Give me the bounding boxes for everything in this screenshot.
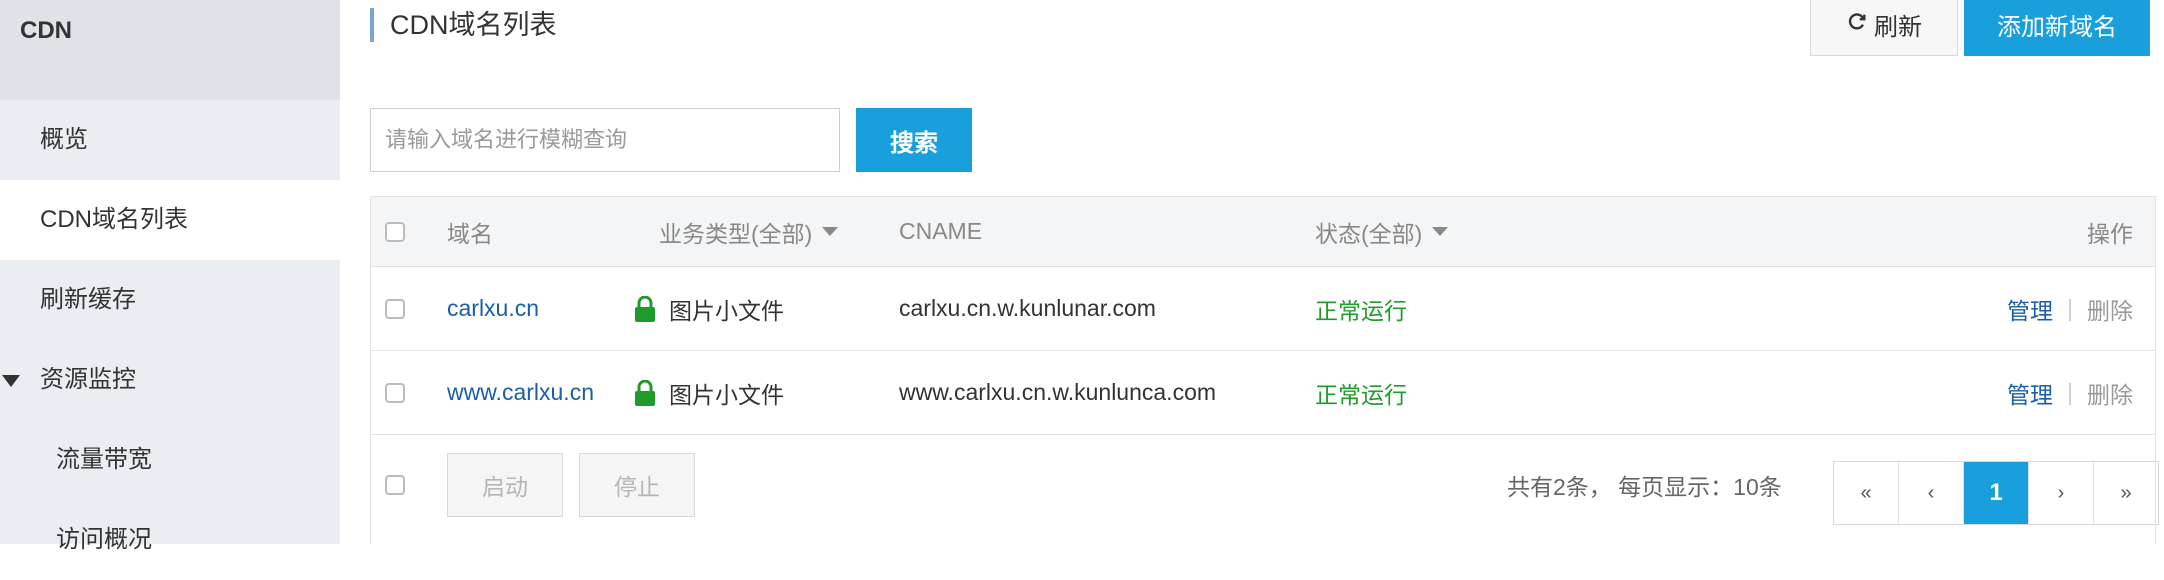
refresh-button-label: 刷新 xyxy=(1874,13,1922,41)
column-header-type[interactable]: 业务类型(全部) xyxy=(659,197,839,266)
domain-link[interactable]: www.carlxu.cn xyxy=(447,351,594,434)
sidebar-item-label: 访问概况 xyxy=(56,526,152,553)
sidebar-item-access-overview[interactable]: 访问概况 xyxy=(0,500,340,580)
row-checkbox[interactable] xyxy=(385,298,405,319)
status-cell: 正常运行 xyxy=(1315,297,1407,324)
add-domain-button[interactable]: 添加新域名 xyxy=(1964,0,2150,56)
page-title: CDN域名列表 xyxy=(370,8,557,42)
table-row: www.carlxu.cn 图片小文件 www.carlxu.cn.w.kunl… xyxy=(371,351,2155,435)
caret-down-icon xyxy=(822,227,839,236)
table-header: 域名 业务类型(全部) CNAME 状态(全部) 操作 xyxy=(371,197,2155,267)
table-footer: 启动 停止 共有2条， 每页显示：10条 « ‹ 1 › » xyxy=(371,435,2159,545)
start-button[interactable]: 启动 xyxy=(447,453,563,517)
pagination: « ‹ 1 › » xyxy=(1833,461,2159,525)
pager-page-1[interactable]: 1 xyxy=(1963,462,2028,524)
column-header-domain: 域名 xyxy=(447,220,493,247)
separator: | xyxy=(2067,295,2073,321)
sidebar-item-label: 资源监控 xyxy=(40,366,136,393)
delete-link[interactable]: 删除 xyxy=(2087,376,2133,410)
separator: | xyxy=(2067,379,2073,405)
sidebar-item-refresh-cache[interactable]: 刷新缓存 xyxy=(0,260,340,340)
table-row: carlxu.cn 图片小文件 carlxu.cn.w.kunlunar.com… xyxy=(371,267,2155,351)
sidebar-item-traffic-bandwidth[interactable]: 流量带宽 xyxy=(0,420,340,500)
manage-link[interactable]: 管理 xyxy=(2007,292,2053,326)
actions-cell: 管理 | 删除 xyxy=(2007,267,2133,350)
sidebar-item-label: 刷新缓存 xyxy=(40,286,136,313)
sidebar: CDN 概览 CDN域名列表 刷新缓存 资源监控 流量带宽 访问概况 xyxy=(0,0,340,553)
search-button[interactable]: 搜索 xyxy=(856,108,972,172)
type-cell: 图片小文件 xyxy=(633,351,784,434)
column-header-status[interactable]: 状态(全部) xyxy=(1315,197,1449,266)
pager-info: 共有2条， 每页显示：10条 xyxy=(1507,474,1782,500)
lock-icon xyxy=(633,379,657,406)
stop-button[interactable]: 停止 xyxy=(579,453,695,517)
select-all-checkbox[interactable] xyxy=(385,221,405,242)
type-label: 图片小文件 xyxy=(669,297,784,324)
type-label: 图片小文件 xyxy=(669,381,784,408)
domain-link[interactable]: carlxu.cn xyxy=(447,267,539,350)
lock-icon xyxy=(633,295,657,322)
type-cell: 图片小文件 xyxy=(633,267,784,350)
sidebar-group-resource-monitor[interactable]: 资源监控 xyxy=(0,340,340,420)
column-header-cname: CNAME xyxy=(899,218,983,244)
caret-down-icon xyxy=(2,374,20,387)
sidebar-item-label: 流量带宽 xyxy=(56,446,152,473)
column-header-status-label: 状态(全部) xyxy=(1315,220,1423,247)
status-cell: 正常运行 xyxy=(1315,381,1407,408)
column-header-actions: 操作 xyxy=(2087,220,2133,247)
sidebar-item-label: CDN域名列表 xyxy=(40,206,188,233)
caret-down-icon xyxy=(1432,227,1449,236)
domain-table: 域名 业务类型(全部) CNAME 状态(全部) 操作 carlxu.cn 图片… xyxy=(370,196,2159,545)
sidebar-brand: CDN xyxy=(0,0,340,100)
pager-first-button[interactable]: « xyxy=(1834,462,1898,524)
delete-link[interactable]: 删除 xyxy=(2087,292,2133,326)
pager-last-button[interactable]: » xyxy=(2093,462,2158,524)
refresh-icon xyxy=(1846,10,1868,39)
refresh-button[interactable]: 刷新 xyxy=(1810,0,1958,56)
row-checkbox[interactable] xyxy=(385,382,405,403)
sidebar-item-label: 概览 xyxy=(40,126,88,153)
pager-next-button[interactable]: › xyxy=(2028,462,2093,524)
column-header-type-label: 业务类型(全部) xyxy=(659,220,813,247)
main-content: CDN域名列表 刷新 添加新域名 搜索 域名 业务类型(全部) CNAME 状态… xyxy=(370,0,2164,544)
search-input[interactable] xyxy=(370,108,840,172)
manage-link[interactable]: 管理 xyxy=(2007,376,2053,410)
actions-cell: 管理 | 删除 xyxy=(2007,351,2133,434)
pager-prev-button[interactable]: ‹ xyxy=(1898,462,1963,524)
sidebar-item-domain-list[interactable]: CDN域名列表 xyxy=(0,180,340,260)
sidebar-item-overview[interactable]: 概览 xyxy=(0,100,340,180)
cname-cell: www.carlxu.cn.w.kunlunca.com xyxy=(899,379,1217,405)
cname-cell: carlxu.cn.w.kunlunar.com xyxy=(899,295,1156,321)
footer-select-all-checkbox[interactable] xyxy=(385,475,405,495)
